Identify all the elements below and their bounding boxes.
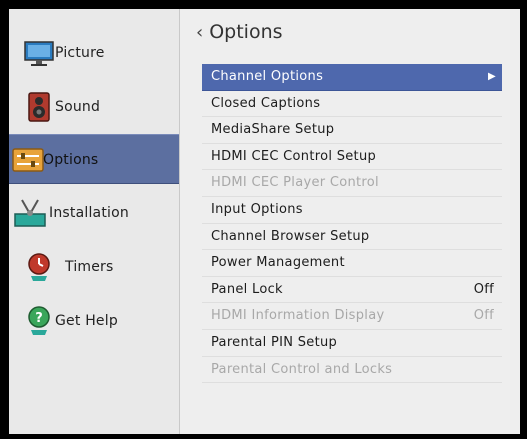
menu-item-label: Parental PIN Setup (211, 334, 338, 350)
menu-item-label: MediaShare Setup (211, 122, 335, 138)
menu-item-hdmi-cec-control-setup[interactable]: HDMI CEC Control Setup (202, 144, 502, 171)
page-title: ‹ Options (196, 21, 283, 43)
submenu-arrow-icon: ▶ (488, 71, 496, 82)
menu-item-label: Parental Control and Locks (211, 361, 393, 377)
sidebar-item-picture[interactable]: Picture (9, 26, 179, 80)
options-sliders-icon (12, 148, 44, 172)
page-title-text: Options (209, 21, 283, 43)
menu-item-label: HDMI CEC Player Control (211, 175, 379, 191)
help-icon: ? (28, 306, 50, 335)
menu-item-label: Panel Lock (211, 281, 283, 297)
tv-menu-screen: Picture Sound Options Installation Timer… (9, 9, 520, 434)
menu-item-closed-captions[interactable]: Closed Captions (202, 91, 502, 118)
menu-item-channel-browser-setup[interactable]: Channel Browser Setup (202, 224, 502, 251)
sidebar-item-label: Options (43, 152, 99, 168)
menu-item-label: Channel Browser Setup (211, 228, 370, 244)
menu-item-panel-lock[interactable]: Panel Lock Off (202, 277, 502, 304)
sidebar-item-installation[interactable]: Installation (9, 186, 179, 240)
speaker-icon (28, 92, 50, 122)
sidebar-item-get-help[interactable]: ? Get Help (9, 294, 179, 348)
back-chevron-icon[interactable]: ‹ (196, 22, 203, 43)
menu-item-input-options[interactable]: Input Options (202, 197, 502, 224)
options-panel: ‹ Options Channel Options ▶ Closed Capti… (180, 9, 520, 434)
sidebar-item-timers[interactable]: Timers (9, 240, 179, 294)
menu-item-value: Off (473, 281, 494, 297)
sidebar-item-label: Installation (49, 205, 129, 221)
sidebar-item-sound[interactable]: Sound (9, 80, 179, 134)
options-list: Channel Options ▶ Closed Captions MediaS… (202, 64, 502, 384)
menu-item-power-management[interactable]: Power Management (202, 250, 502, 277)
menu-item-parental-control-and-locks: Parental Control and Locks (202, 357, 502, 384)
svg-text:?: ? (35, 311, 43, 326)
monitor-icon (24, 41, 54, 66)
timer-icon (28, 253, 50, 281)
sidebar: Picture Sound Options Installation Timer… (9, 9, 180, 434)
menu-item-label: Channel Options (211, 69, 324, 84)
sidebar-item-options[interactable]: Options (9, 134, 179, 184)
menu-item-label: Input Options (211, 201, 303, 217)
menu-item-label: Closed Captions (211, 95, 321, 111)
menu-item-mediashare-setup[interactable]: MediaShare Setup (202, 117, 502, 144)
menu-item-hdmi-information-display: HDMI Information Display Off (202, 303, 502, 330)
sidebar-item-label: Timers (65, 259, 114, 275)
menu-item-hdmi-cec-player-control: HDMI CEC Player Control (202, 170, 502, 197)
menu-item-label: HDMI Information Display (211, 308, 385, 324)
sidebar-item-label: Get Help (55, 313, 118, 329)
menu-item-label: HDMI CEC Control Setup (211, 148, 377, 164)
menu-item-label: Power Management (211, 255, 345, 271)
satellite-antenna-icon (14, 199, 46, 227)
menu-item-parental-pin-setup[interactable]: Parental PIN Setup (202, 330, 502, 357)
sidebar-item-label: Picture (55, 45, 105, 61)
sidebar-item-label: Sound (55, 99, 101, 115)
menu-item-value: Off (473, 308, 494, 324)
menu-item-channel-options[interactable]: Channel Options ▶ (202, 64, 502, 91)
